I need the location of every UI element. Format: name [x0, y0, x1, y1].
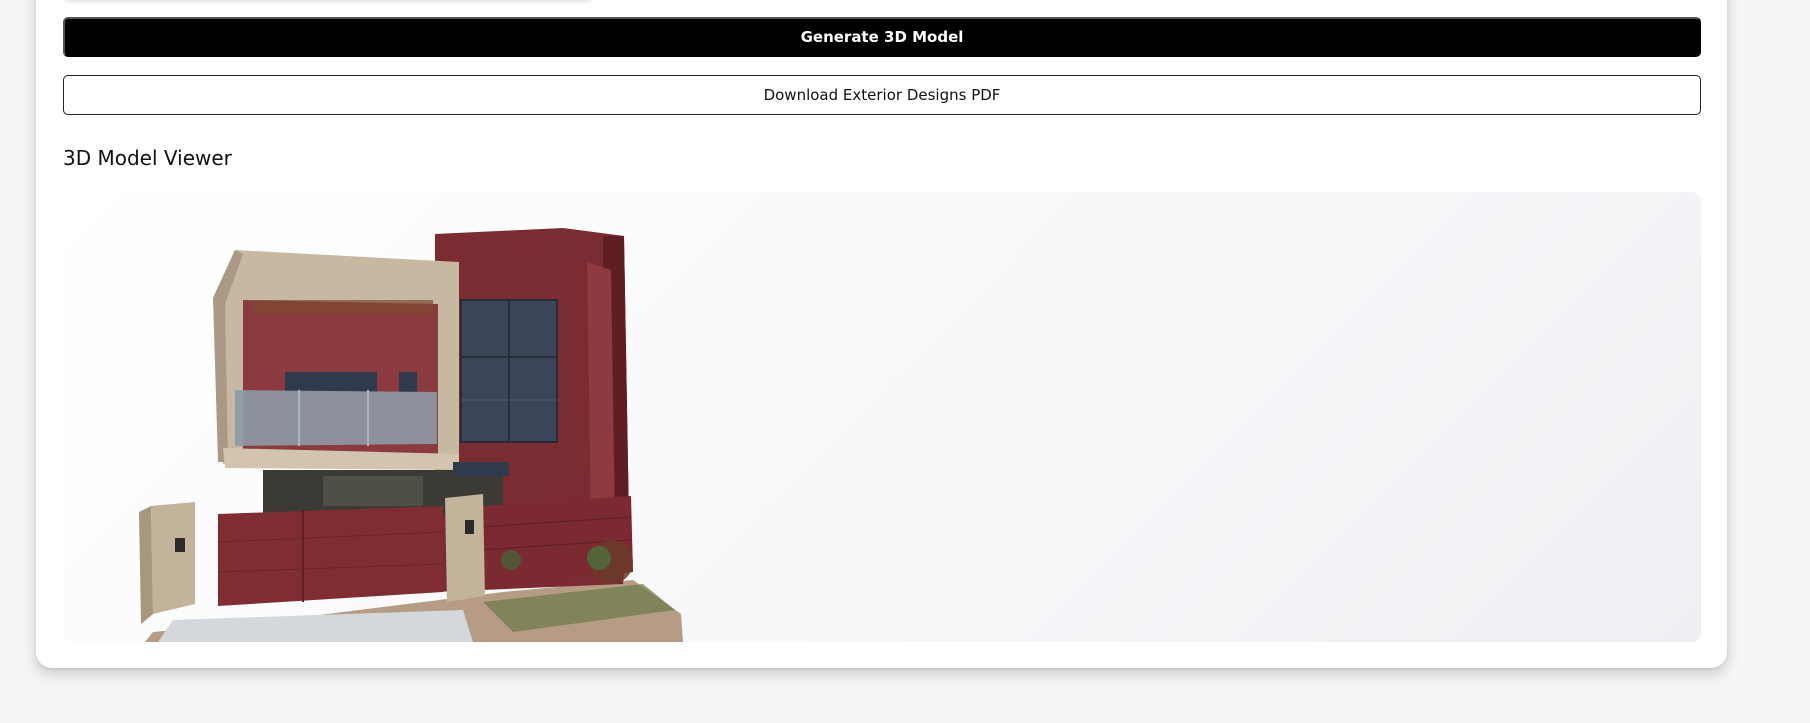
driveway [158, 610, 473, 642]
viewer-title: 3D Model Viewer [63, 146, 232, 170]
red-gate [218, 506, 443, 606]
left-pillar [151, 502, 195, 614]
upper-window [285, 372, 377, 392]
model-viewer-canvas[interactable] [63, 192, 1701, 642]
right-pillar [445, 494, 485, 602]
glass-balcony [235, 390, 437, 446]
generate-3d-model-button[interactable]: Generate 3D Model [63, 17, 1701, 57]
download-pdf-button[interactable]: Download Exterior Designs PDF [63, 75, 1701, 115]
red-tower-fin [587, 262, 615, 522]
house-model [139, 228, 683, 642]
